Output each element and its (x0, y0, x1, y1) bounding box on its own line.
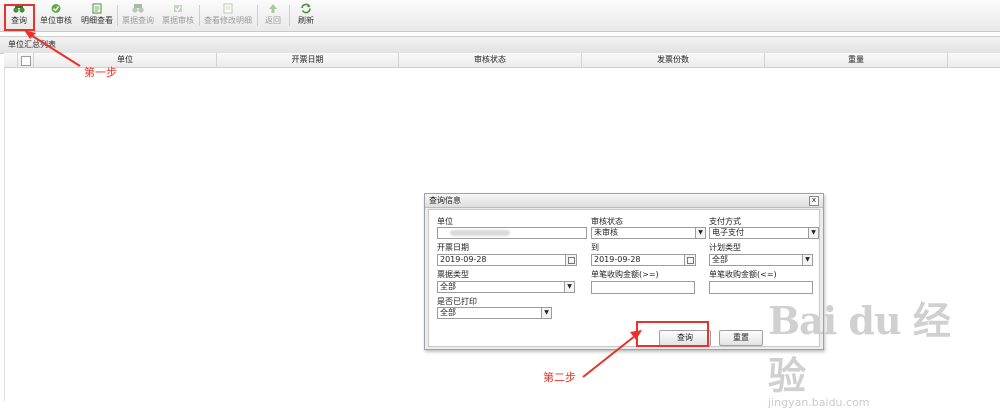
printed-label: 是否已打印 (437, 297, 477, 306)
max-amount-label: 单笔收购金额(<=) (709, 270, 777, 279)
to-date-field[interactable]: 2019-09-28 (591, 254, 696, 266)
ticket-type-label: 票据类型 (437, 270, 469, 279)
column-header-weight[interactable]: 重量 (765, 53, 948, 67)
invoice-date-label: 开票日期 (437, 243, 469, 252)
payment-select[interactable]: 电子支付 ▼ (709, 227, 819, 239)
document-icon (92, 3, 102, 14)
chevron-down-icon[interactable]: ▼ (808, 228, 818, 238)
ticket-query-button[interactable]: 票据查询 (120, 2, 156, 29)
dialog-form: 单位 审核状态 未审核 ▼ 支付方式 电子支付 ▼ 开票日期 2019-09-2… (428, 209, 820, 347)
baidu-watermark: Bai du 经验 jingyan.baidu.com (768, 290, 958, 409)
toolbar-separator (289, 5, 290, 26)
chevron-down-icon[interactable]: ▼ (695, 228, 705, 238)
ticket-audit-button[interactable]: 票据审核 (160, 2, 196, 29)
column-header-unit[interactable]: 单位 (34, 53, 217, 67)
column-header-invoice-count[interactable]: 发票份数 (582, 53, 765, 67)
chevron-down-icon[interactable]: ▼ (564, 282, 574, 292)
unit-field[interactable] (437, 227, 587, 239)
printed-select[interactable]: 全部 ▼ (437, 307, 552, 319)
refresh-icon (301, 3, 311, 14)
min-amount-label: 单笔收购金额(>=) (591, 270, 659, 279)
view-modify-detail-button[interactable]: 查看修改明细 (202, 2, 254, 29)
dialog-titlebar[interactable]: 查询信息 x (425, 194, 823, 208)
toolbar-separator (199, 5, 200, 26)
step1-highlight (4, 4, 35, 31)
row-number-header (4, 53, 18, 67)
query-dialog: 查询信息 x 单位 审核状态 未审核 ▼ 支付方式 电子支付 ▼ 开票日期 20… (424, 193, 824, 350)
close-icon[interactable]: x (809, 196, 819, 206)
toolbar: 查询 单位审核 明细查看 票据查询 票据审核 查看修改明细 返回 刷新 (0, 0, 1000, 32)
watermark-url: jingyan.baidu.com (768, 396, 870, 409)
unit-audit-button[interactable]: 单位审核 (38, 2, 74, 29)
audit-icon (174, 5, 182, 12)
refresh-button[interactable]: 刷新 (293, 2, 319, 29)
binoculars-icon (132, 4, 144, 13)
plan-type-select[interactable]: 全部 ▼ (709, 254, 813, 266)
invoice-date-field[interactable]: 2019-09-28 (437, 254, 577, 266)
toolbar-separator (257, 5, 258, 26)
watermark-brand: Bai du 经验 (768, 298, 951, 398)
select-all-header[interactable] (18, 53, 34, 67)
chevron-down-icon[interactable]: ▼ (802, 255, 812, 265)
calendar-icon[interactable] (565, 255, 576, 265)
grid-header: 单位 开票日期 审核状态 发票份数 重量 (4, 53, 1000, 68)
payment-label: 支付方式 (709, 217, 741, 226)
audit-status-select[interactable]: 未审核 ▼ (591, 227, 706, 239)
panel-title-text: 单位汇总列表 (8, 40, 56, 49)
select-all-checkbox[interactable] (21, 56, 31, 66)
toolbar-separator (117, 5, 118, 26)
detail-view-button[interactable]: 明细查看 (79, 2, 115, 29)
plan-type-label: 计划类型 (709, 243, 741, 252)
dialog-title: 查询信息 (429, 196, 461, 205)
document-icon (223, 3, 233, 14)
calendar-icon[interactable] (684, 255, 695, 265)
chevron-down-icon[interactable]: ▼ (541, 308, 551, 318)
step2-highlight (636, 321, 709, 347)
arrow-up-icon (269, 4, 277, 13)
unit-label: 单位 (437, 217, 453, 226)
audit-icon (51, 4, 61, 13)
step2-label: 第二步 (543, 371, 576, 384)
audit-status-label: 审核状态 (591, 217, 623, 226)
column-header-audit-status[interactable]: 审核状态 (399, 53, 582, 67)
column-header-invoice-date[interactable]: 开票日期 (217, 53, 399, 67)
reset-button[interactable]: 重置 (719, 330, 763, 346)
to-label: 到 (591, 243, 599, 252)
min-amount-field[interactable] (591, 281, 695, 294)
redacted-text (450, 230, 510, 236)
back-button[interactable]: 返回 (261, 2, 285, 29)
step1-label: 第一步 (84, 66, 117, 79)
ticket-type-select[interactable]: 全部 ▼ (437, 281, 575, 293)
panel-title: 单位汇总列表 (0, 36, 1000, 54)
